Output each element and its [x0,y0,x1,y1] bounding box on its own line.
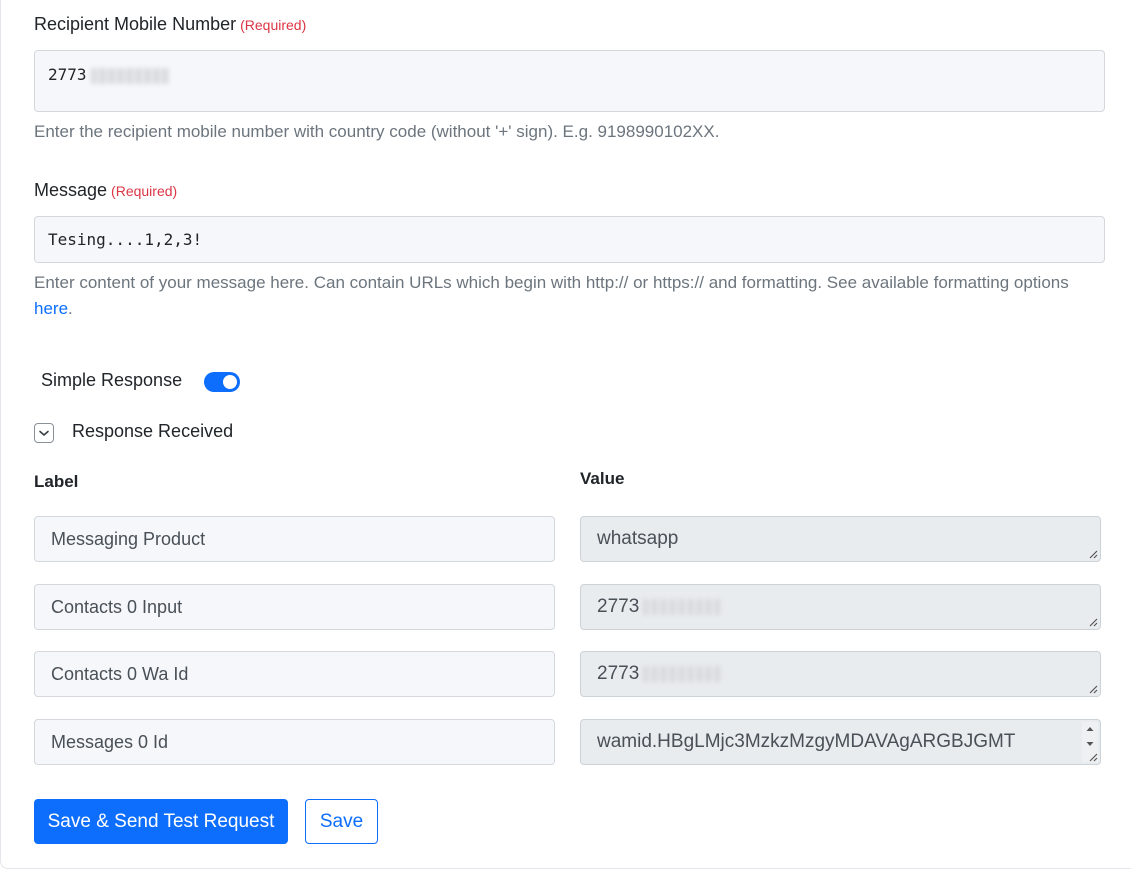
response-value-text: wamid.HBgLMjc3MzkzMzgyMDAVAgARGBJGMT [597,731,1016,752]
toggle-knob [223,375,237,389]
redacted-digits [643,665,722,682]
recipient-input[interactable]: 2773 [34,50,1105,112]
message-help-wrap: Enter content of your message here. Can … [34,270,1104,322]
message-help-end: . [68,299,73,318]
response-value-text: 2773 [597,663,640,684]
chevron-down-icon [39,430,49,436]
response-label-field[interactable]: Contacts 0 Wa Id [34,651,555,697]
label-column-header: Label [34,472,79,491]
recipient-required-tag: (Required) [240,17,307,33]
simple-response-toggle[interactable] [204,372,240,392]
response-received-collapse-button[interactable] [34,423,54,443]
resize-grip-icon[interactable] [1088,617,1098,627]
response-value-field[interactable]: 2773 [580,651,1101,697]
message-field-label-wrap: Message (Required) [34,180,177,201]
message-label: Message [34,180,108,200]
recipient-value-wrap: 2773 [48,65,169,85]
resize-grip-icon[interactable] [1088,752,1098,762]
response-value-field[interactable]: 2773 [580,584,1101,630]
recipient-help: Enter the recipient mobile number with c… [34,122,720,141]
response-value-text: 2773 [597,596,640,617]
message-input[interactable]: Tesing....1,2,3! [34,216,1105,263]
recipient-label: Recipient Mobile Number [34,14,237,34]
recipient-value: 2773 [48,65,87,84]
response-label-field[interactable]: Messaging Product [34,516,555,562]
message-help: Enter content of your message here. Can … [34,273,1069,292]
save-and-send-test-request-button[interactable]: Save & Send Test Request [34,799,288,844]
resize-grip-icon[interactable] [1088,549,1098,559]
response-value-field[interactable]: whatsapp [580,516,1101,562]
message-value: Tesing....1,2,3! [48,230,203,249]
value-column-header: Value [580,469,625,488]
response-value-field[interactable]: wamid.HBgLMjc3MzkzMzgyMDAVAgARGBJGMT [580,719,1101,765]
recipient-field-label-wrap: Recipient Mobile Number (Required) [34,14,306,35]
save-button[interactable]: Save [305,799,378,844]
response-label-field[interactable]: Messages 0 Id [34,719,555,765]
simple-response-label: Simple Response [41,370,183,390]
response-received-title: Response Received [72,421,234,441]
resize-grip-icon[interactable] [1088,684,1098,694]
message-required-tag: (Required) [111,183,178,199]
response-value-text: whatsapp [597,528,679,549]
response-label-field[interactable]: Contacts 0 Input [34,584,555,630]
redacted-digits [90,67,169,84]
redacted-digits [643,598,722,615]
formatting-options-link[interactable]: here [34,299,68,318]
